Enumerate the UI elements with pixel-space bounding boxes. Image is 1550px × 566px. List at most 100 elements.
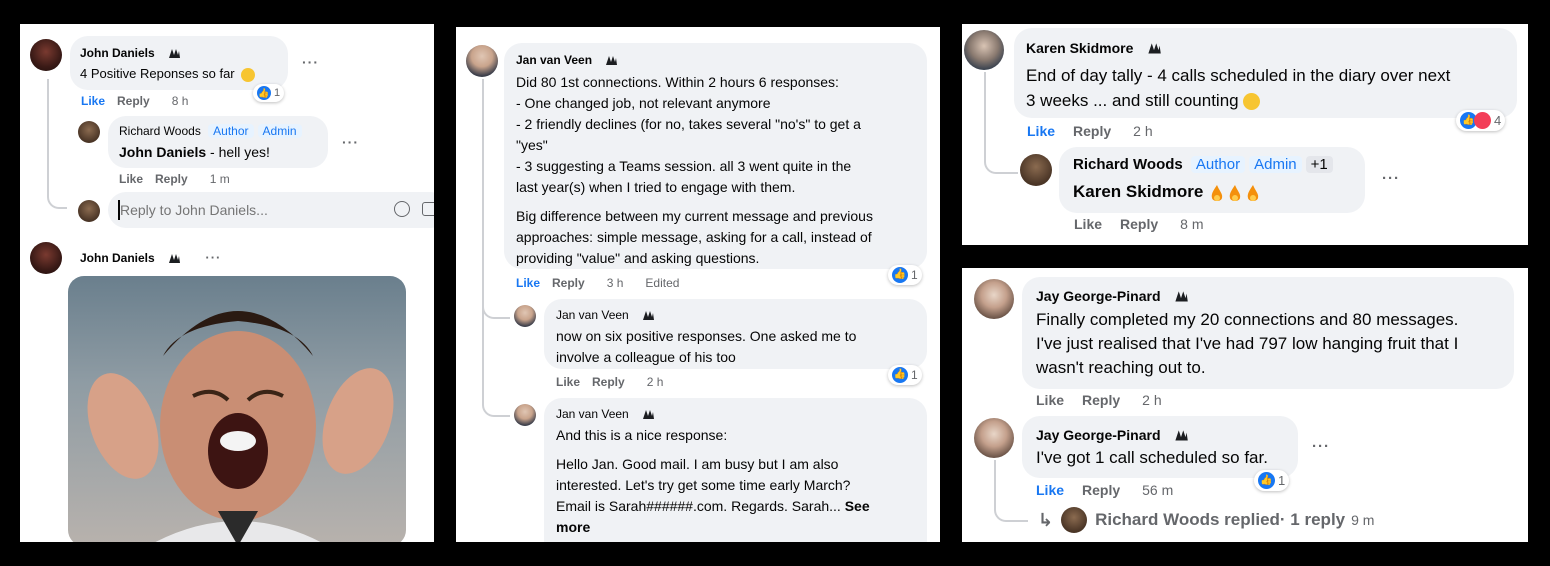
comment-author[interactable]: John Daniels bbox=[80, 251, 155, 265]
avatar-richard-woods[interactable] bbox=[1020, 154, 1052, 186]
gif-image[interactable] bbox=[68, 276, 406, 542]
reply-author[interactable]: Jan van Veen bbox=[556, 407, 629, 421]
extra-badge: +1 bbox=[1305, 156, 1333, 173]
reply-button[interactable]: Reply bbox=[1120, 216, 1158, 232]
reply-text: - hell yes! bbox=[206, 144, 270, 160]
like-button[interactable]: Like bbox=[516, 276, 540, 290]
like-reaction-icon: 👍 bbox=[892, 267, 908, 283]
comment-line: Big difference between my current messag… bbox=[516, 208, 873, 224]
reply-author[interactable]: Richard Woods bbox=[1073, 156, 1183, 173]
comment-bubble: Karen Skidmore End of day tally - 4 call… bbox=[1014, 28, 1517, 118]
reaction-count[interactable]: 👍 4 bbox=[1456, 110, 1506, 131]
timestamp[interactable]: 8 h bbox=[172, 94, 189, 108]
comment-panel-3: Karen Skidmore End of day tally - 4 call… bbox=[962, 24, 1528, 245]
wave-badge-icon bbox=[1175, 291, 1189, 302]
reply-author[interactable]: Jan van Veen bbox=[556, 308, 629, 322]
see-more-link[interactable]: more bbox=[556, 519, 590, 535]
comment-author[interactable]: Jan van Veen bbox=[516, 53, 592, 67]
more-options-icon[interactable]: ··· bbox=[1382, 170, 1400, 187]
comment-line: - 2 friendly declines (for no, takes sev… bbox=[516, 116, 861, 132]
comment-author[interactable]: Jay George-Pinard bbox=[1036, 288, 1161, 304]
timestamp[interactable]: 8 m bbox=[1180, 216, 1203, 232]
more-options-icon[interactable]: ··· bbox=[1312, 438, 1330, 455]
reply-button[interactable]: Reply bbox=[155, 172, 188, 186]
more-options-icon[interactable]: ··· bbox=[302, 54, 319, 70]
more-options-icon[interactable]: ··· bbox=[342, 134, 359, 150]
reply-line: now on six positive responses. One asked… bbox=[556, 328, 857, 344]
comment-author[interactable]: John Daniels bbox=[80, 46, 155, 60]
reply-input[interactable] bbox=[120, 198, 380, 222]
comment-panel-2: Jan van Veen Did 80 1st connections. Wit… bbox=[456, 27, 940, 542]
reply-button[interactable]: Reply bbox=[552, 276, 585, 290]
timestamp[interactable]: 1 m bbox=[210, 172, 230, 186]
see-more-link[interactable]: See bbox=[845, 498, 870, 514]
reply-button[interactable]: Reply bbox=[1073, 123, 1111, 139]
comment-bubble: John Daniels 4 Positive Reponses so far bbox=[70, 36, 288, 90]
avatar-jay-george-pinard[interactable] bbox=[974, 418, 1014, 458]
comment-author[interactable]: Jay George-Pinard bbox=[1036, 427, 1161, 443]
wave-badge-icon bbox=[643, 311, 655, 320]
avatar-jan-van-veen[interactable] bbox=[514, 404, 536, 426]
timestamp[interactable]: 2 h bbox=[1142, 392, 1161, 408]
comment-line: - 3 suggesting a Teams session. all 3 we… bbox=[516, 158, 852, 174]
wave-badge-icon bbox=[1148, 43, 1162, 54]
wave-badge-icon bbox=[169, 49, 181, 58]
camera-icon[interactable] bbox=[422, 202, 434, 216]
reaction-count[interactable]: 👍 1 bbox=[1254, 470, 1290, 491]
like-button[interactable]: Like bbox=[1074, 216, 1102, 232]
reaction-count[interactable]: 👍 1 bbox=[253, 84, 285, 102]
view-replies-link[interactable]: ↳ Richard Woods replied · 1 reply 9 m bbox=[1038, 507, 1374, 533]
thread-line bbox=[984, 72, 1018, 174]
wink-emoji-icon bbox=[1243, 93, 1261, 111]
reply-actions: Like Reply 2 h bbox=[556, 375, 675, 389]
like-button[interactable]: Like bbox=[1036, 482, 1064, 498]
reply-author[interactable]: Richard Woods bbox=[119, 124, 201, 138]
avatar-richard-woods[interactable] bbox=[78, 121, 100, 143]
love-reaction-icon bbox=[1474, 112, 1491, 129]
comment-line: last year(s) when I tried to engage with… bbox=[516, 179, 796, 195]
more-options-icon[interactable]: ··· bbox=[205, 250, 221, 265]
like-button[interactable]: Like bbox=[1027, 123, 1055, 139]
emoji-picker-icon[interactable] bbox=[394, 201, 410, 217]
reply-bubble: Richard Woods Author Admin John Daniels -… bbox=[108, 116, 328, 168]
like-button[interactable]: Like bbox=[81, 94, 105, 108]
reply-actions: Like Reply 1 m bbox=[119, 172, 242, 186]
wave-badge-icon bbox=[1175, 430, 1189, 441]
avatar-jan-van-veen[interactable] bbox=[466, 45, 498, 77]
like-reaction-icon: 👍 bbox=[257, 86, 271, 100]
reply-button[interactable]: Reply bbox=[592, 375, 625, 389]
avatar-jay-george-pinard[interactable] bbox=[974, 279, 1014, 319]
like-button[interactable]: Like bbox=[1036, 392, 1064, 408]
avatar-john-daniels[interactable] bbox=[30, 242, 62, 274]
comment-line: I've just realised that I've had 797 low… bbox=[1036, 334, 1459, 353]
reaction-count[interactable]: 👍 1 bbox=[888, 365, 922, 385]
reaction-count[interactable]: 👍 1 bbox=[888, 265, 922, 285]
mention-link[interactable]: Karen Skidmore bbox=[1073, 182, 1203, 201]
timestamp[interactable]: 56 m bbox=[1142, 482, 1173, 498]
comment-text: 4 Positive Reponses so far bbox=[80, 66, 235, 81]
comment-bubble: Jay George-Pinard Finally completed my 2… bbox=[1022, 277, 1514, 389]
avatar-karen-skidmore[interactable] bbox=[964, 30, 1004, 70]
reply-actions: Like Reply 8 m bbox=[1074, 216, 1215, 232]
mention-link[interactable]: John Daniels bbox=[119, 144, 206, 160]
reply-bubble: Jan van Veen now on six positive respons… bbox=[544, 299, 927, 369]
avatar-jan-van-veen[interactable] bbox=[514, 305, 536, 327]
timestamp[interactable]: 3 h bbox=[607, 276, 624, 290]
reply-button[interactable]: Reply bbox=[1082, 482, 1120, 498]
reply-line: involve a colleague of his too bbox=[556, 349, 736, 365]
timestamp[interactable]: 2 h bbox=[647, 375, 664, 389]
like-reaction-icon: 👍 bbox=[892, 367, 908, 383]
thread-line bbox=[482, 307, 510, 417]
avatar-john-daniels[interactable] bbox=[30, 39, 62, 71]
reply-button[interactable]: Reply bbox=[117, 94, 150, 108]
like-button[interactable]: Like bbox=[119, 172, 143, 186]
comment-line: - One changed job, not relevant anymore bbox=[516, 95, 771, 111]
reply-bubble: Jan van Veen And this is a nice response… bbox=[544, 398, 927, 542]
thread-line bbox=[47, 79, 67, 209]
reply-button[interactable]: Reply bbox=[1082, 392, 1120, 408]
comment-line: Finally completed my 20 connections and … bbox=[1036, 310, 1459, 329]
timestamp[interactable]: 2 h bbox=[1133, 123, 1152, 139]
comment-author[interactable]: Karen Skidmore bbox=[1026, 40, 1133, 56]
reply-bubble: Richard Woods Author Admin +1 Karen Skidmo… bbox=[1059, 147, 1365, 213]
like-button[interactable]: Like bbox=[556, 375, 580, 389]
